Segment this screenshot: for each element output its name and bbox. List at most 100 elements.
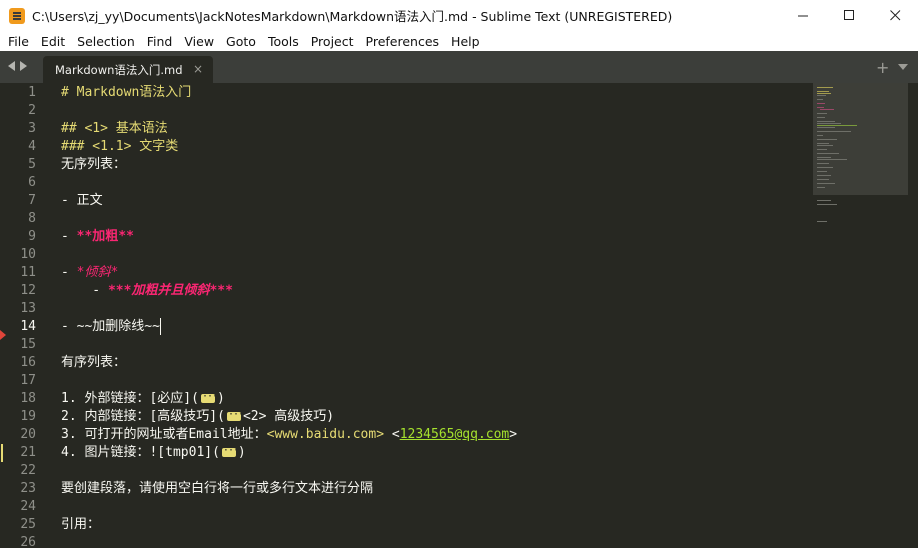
heading-3: ### <1.1> 文字类	[61, 139, 179, 154]
minimap-line	[817, 157, 831, 158]
minimap-line	[817, 153, 839, 154]
heading-1: # Markdown语法入门	[61, 85, 192, 100]
menu-view[interactable]: View	[178, 34, 220, 49]
menu-goto[interactable]: Goto	[220, 34, 262, 49]
italic-text: *倾斜*	[76, 265, 119, 280]
tab-markdown-file[interactable]: Markdown语法入门.md ×	[43, 56, 213, 83]
line-number: 8	[28, 211, 36, 226]
internal-link-text: 2. 内部链接：[高级技巧](	[61, 409, 225, 424]
minimap-line	[817, 183, 835, 184]
tab-navigation	[8, 61, 27, 71]
code-line-4: ### <1.1> 文字类	[61, 138, 178, 156]
tab-next-arrow-icon[interactable]	[20, 61, 27, 71]
code-line-9: - **加粗**	[61, 228, 134, 246]
image-close-paren: )	[237, 445, 246, 460]
maximize-button[interactable]	[826, 0, 872, 31]
line-number: 9	[28, 229, 36, 244]
minimap-line	[817, 143, 829, 144]
menu-selection[interactable]: Selection	[71, 34, 141, 49]
paragraph-text: 要创建段落，请使用空白行将一行或多行文本进行分隔	[61, 481, 374, 496]
bold-text: **加粗**	[76, 229, 134, 244]
menu-bar: File Edit Selection Find View Goto Tools…	[0, 31, 918, 51]
line-number: 18	[20, 391, 36, 406]
menu-tools[interactable]: Tools	[262, 34, 305, 49]
minimap-line	[817, 123, 841, 124]
code-line-5: 无序列表：	[61, 156, 126, 174]
autolink-label: 3. 可打开的网址或者Email地址：	[61, 427, 267, 442]
internal-link-target: <2> 高级技巧)	[242, 409, 335, 424]
line-number: 25	[20, 517, 36, 532]
list-bullet: -	[61, 265, 77, 280]
list-bullet: -	[61, 229, 77, 244]
ordered-list-label: 有序列表：	[61, 355, 127, 370]
folded-url-icon[interactable]	[226, 406, 243, 424]
minimap-line	[817, 125, 857, 126]
line-number: 7	[28, 193, 36, 208]
line-number: 17	[20, 373, 36, 388]
minimap-line	[817, 117, 825, 118]
code-text-area[interactable]: # Markdown语法入门 ## <1> 基本语法 ### <1.1> 文字类…	[61, 83, 809, 548]
code-line-18: 1. 外部链接：[必应]()	[61, 388, 225, 408]
minimap-line	[817, 163, 829, 164]
heading-2: ## <1> 基本语法	[61, 121, 168, 136]
external-link-text: 1. 外部链接：[必应](	[61, 391, 199, 406]
code-line-23: 要创建段落，请使用空白行将一行或多行文本进行分隔	[61, 480, 373, 498]
list-bullet-indented: -	[61, 283, 108, 298]
code-line-1: # Markdown语法入门	[61, 84, 191, 102]
autolink-url: <www.baidu.com>	[266, 427, 385, 442]
minimap-line	[817, 167, 833, 168]
line-number: 15	[20, 337, 36, 352]
strikethrough-text: - ~~加删除线~~	[61, 319, 160, 334]
code-line-14: - ~~加删除线~~	[61, 318, 162, 336]
menu-help[interactable]: Help	[445, 34, 486, 49]
minimap-line	[817, 121, 835, 122]
menu-file[interactable]: File	[2, 34, 35, 49]
line-number: 16	[20, 355, 36, 370]
autolink-bracket-close: >	[509, 427, 518, 442]
new-tab-plus-icon[interactable]: +	[876, 58, 889, 77]
line-number: 4	[28, 139, 36, 154]
code-line-7: - 正文	[61, 192, 103, 210]
unordered-list-label: 无序列表：	[61, 157, 127, 172]
line-number: 10	[20, 247, 36, 262]
close-button[interactable]	[872, 0, 918, 31]
image-link-text: 4. 图片链接：![tmp01](	[61, 445, 220, 460]
line-number: 3	[28, 121, 36, 136]
menu-find[interactable]: Find	[141, 34, 179, 49]
minimap-line	[817, 145, 833, 146]
menu-preferences[interactable]: Preferences	[360, 34, 446, 49]
line-number: 22	[20, 463, 36, 478]
minimize-icon	[797, 15, 808, 17]
minimap-line	[817, 93, 831, 94]
autolink-bracket-open: <	[384, 427, 400, 442]
code-line-12: - ***加粗并且倾斜***	[61, 282, 233, 300]
minimap[interactable]	[813, 83, 918, 548]
minimap-line	[817, 187, 825, 188]
tab-close-icon[interactable]: ×	[193, 62, 203, 76]
tab-prev-arrow-icon[interactable]	[8, 61, 15, 71]
tab-bar: Markdown语法入门.md × +	[0, 51, 918, 83]
line-number: 12	[20, 283, 36, 298]
window-title: C:\Users\zj_yy\Documents\JackNotesMarkdo…	[32, 9, 673, 24]
line-number: 23	[20, 481, 36, 496]
tab-list-dropdown-icon[interactable]	[898, 64, 908, 70]
minimap-line	[817, 103, 825, 104]
minimap-line	[817, 127, 835, 128]
menu-edit[interactable]: Edit	[35, 34, 71, 49]
line-number: 26	[20, 535, 36, 548]
folded-url-icon[interactable]	[221, 442, 238, 460]
line-number: 20	[20, 427, 36, 442]
minimize-button[interactable]	[780, 0, 826, 31]
code-line-21: 4. 图片链接：![tmp01]()	[61, 442, 246, 462]
minimap-line	[817, 149, 827, 150]
minimap-line	[817, 221, 827, 222]
menu-project[interactable]: Project	[305, 34, 360, 49]
folded-url-icon[interactable]	[200, 388, 217, 406]
editor-area[interactable]: # Markdown语法入门 ## <1> 基本语法 ### <1.1> 文字类…	[0, 83, 918, 548]
code-line-11: - *倾斜*	[61, 264, 118, 282]
title-bar: C:\Users\zj_yy\Documents\JackNotesMarkdo…	[0, 0, 918, 31]
minimap-line	[817, 204, 837, 205]
line-number-active: 14	[20, 319, 36, 334]
minimap-line	[817, 135, 823, 136]
minimap-line	[817, 107, 824, 108]
